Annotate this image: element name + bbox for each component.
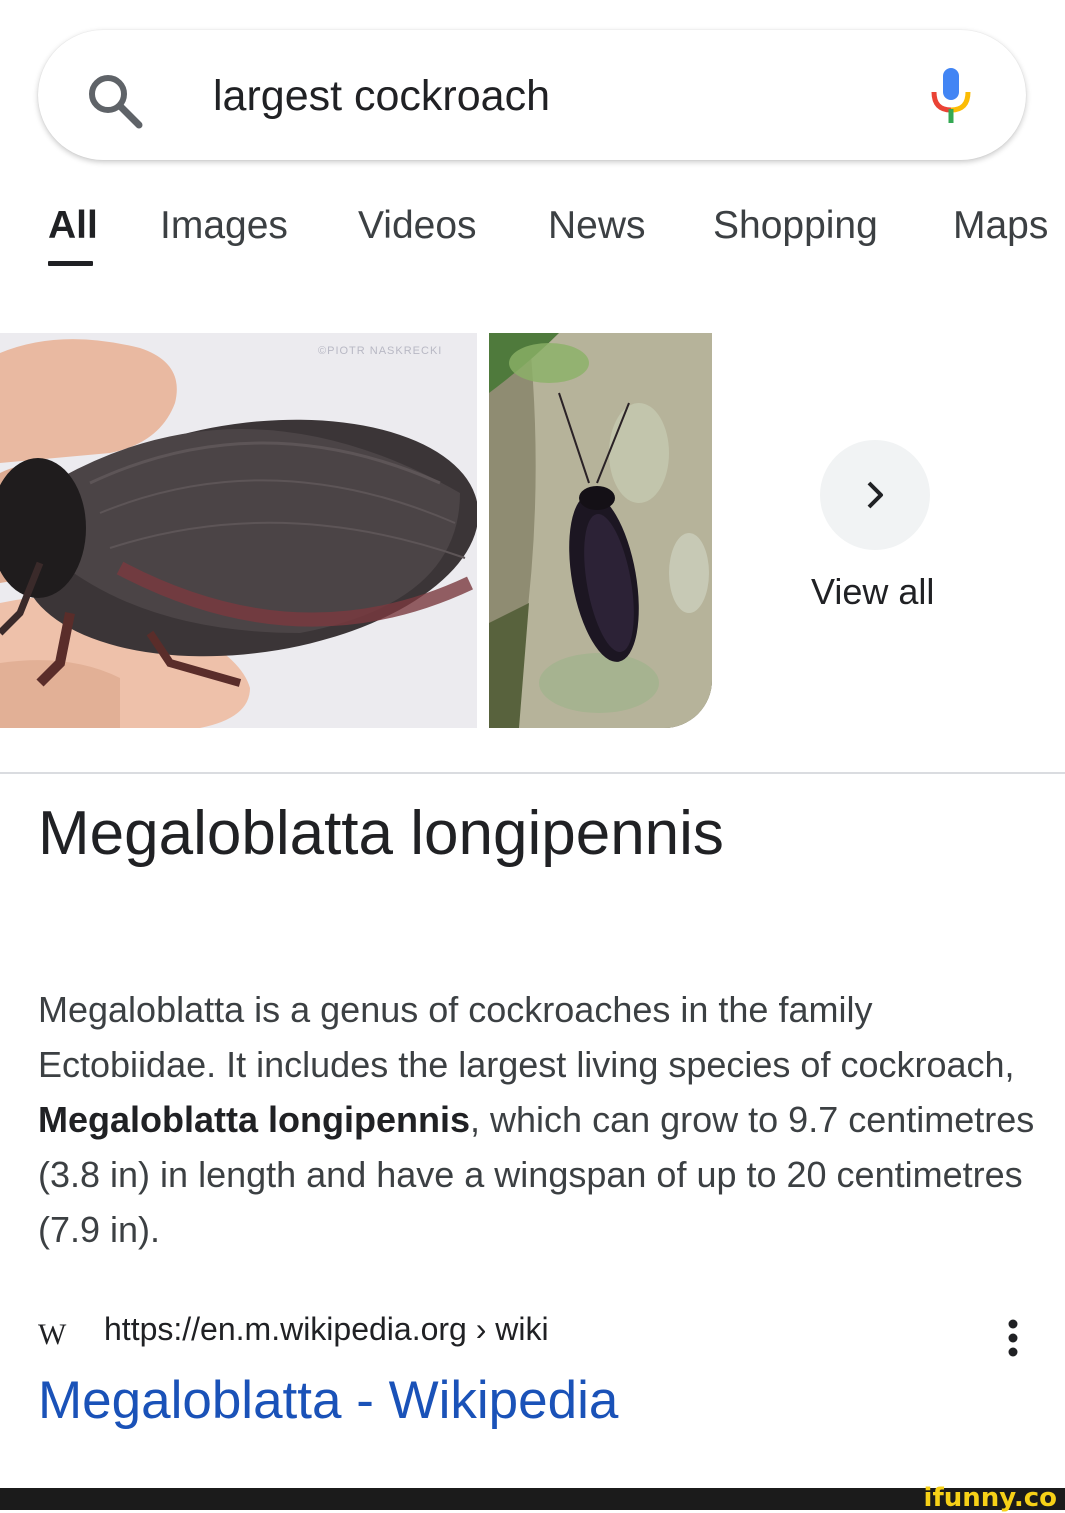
tab-images[interactable]: Images (160, 204, 288, 248)
watermark-bar (0, 1488, 1065, 1510)
view-all-label[interactable]: View all (811, 571, 934, 613)
microphone-icon[interactable] (928, 66, 974, 126)
tab-shopping[interactable]: Shopping (713, 204, 878, 248)
result-title-link[interactable]: Megaloblatta - Wikipedia (38, 1370, 618, 1431)
tab-all[interactable]: All (48, 204, 98, 248)
description-text: Megaloblatta is a genus of cockroaches i… (38, 989, 1015, 1085)
tab-news[interactable]: News (548, 204, 646, 248)
knowledge-panel-description: Megaloblatta is a genus of cockroaches i… (38, 982, 1038, 1257)
image-result-1[interactable] (0, 333, 477, 728)
description-bold-species: Megaloblatta longipennis (38, 1099, 471, 1140)
wikipedia-logo-icon: W (38, 1318, 66, 1351)
search-input[interactable] (213, 72, 813, 121)
tab-videos[interactable]: Videos (358, 204, 477, 248)
more-options-icon[interactable] (1000, 1318, 1026, 1358)
search-icon[interactable] (84, 70, 146, 132)
tab-maps[interactable]: Maps (953, 204, 1048, 248)
chevron-right-icon (867, 481, 883, 509)
ifunny-watermark: ifunny.co (923, 1483, 1057, 1513)
search-tabs: All Images Videos News Shopping Maps (0, 204, 1065, 276)
divider (0, 772, 1065, 774)
result-url[interactable]: https://en.m.wikipedia.org › wiki (104, 1311, 549, 1348)
image-result-2[interactable] (489, 333, 712, 728)
active-tab-indicator (48, 261, 93, 266)
knowledge-panel-title: Megaloblatta longipennis (38, 799, 724, 868)
view-all-button[interactable] (820, 440, 930, 550)
image-watermark: ©PIOTR NASKRECKI (318, 345, 443, 357)
